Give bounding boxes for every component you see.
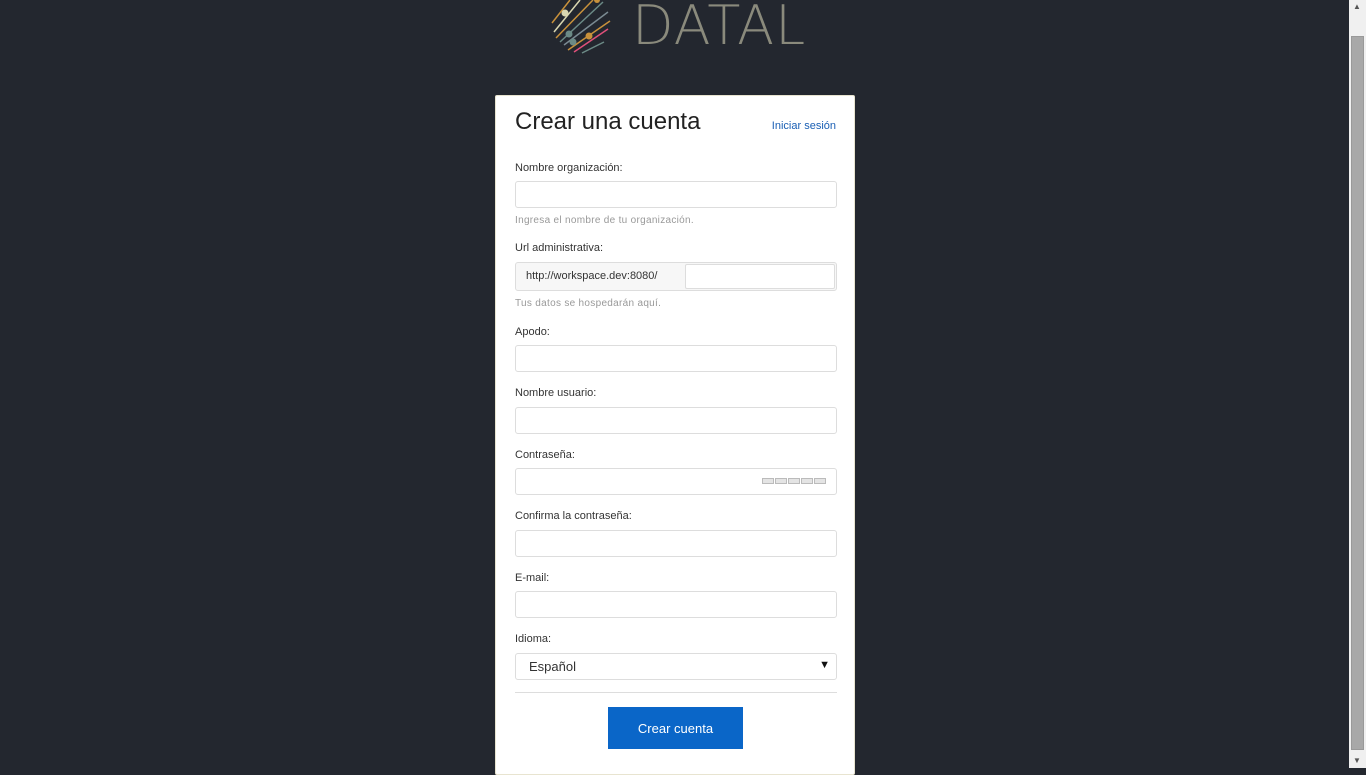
org-label: Nombre organización: [515,162,623,174]
url-help: Tus datos se hospedarán aquí. [515,298,662,309]
email-label: E-mail: [515,572,550,584]
org-input[interactable] [515,181,837,208]
password-input[interactable] [515,468,837,495]
scroll-up-icon[interactable]: ▲ [1353,2,1361,11]
org-help: Ingresa el nombre de tu organización. [515,215,694,226]
signup-card: Crear una cuenta Iniciar sesión Nombre o… [495,95,855,775]
confirm-label: Confirma la contraseña: [515,510,632,522]
nick-label: Apodo: [515,326,550,338]
password-label: Contraseña: [515,449,575,461]
nick-input[interactable] [515,345,837,372]
chevron-down-icon: ▼ [819,659,830,671]
username-input[interactable] [515,407,837,434]
divider [515,692,837,693]
confirm-password-input[interactable] [515,530,837,557]
logo-mark-icon [551,0,611,54]
password-manager-icon[interactable] [762,478,826,484]
create-account-button[interactable]: Crear cuenta [608,707,743,749]
url-prefix: http://workspace.dev:8080/ [526,270,658,282]
username-label: Nombre usuario: [515,387,597,399]
email-input[interactable] [515,591,837,618]
scrollbar[interactable]: ▲ ▼ [1349,0,1366,768]
scroll-down-icon[interactable]: ▼ [1353,756,1361,765]
url-input-group: http://workspace.dev:8080/ [515,262,837,291]
scrollbar-thumb[interactable] [1351,36,1364,750]
url-label: Url administrativa: [515,242,604,254]
signin-link[interactable]: Iniciar sesión [772,120,836,132]
url-input[interactable] [685,264,835,289]
language-select[interactable]: Español ▼ [515,653,837,680]
logo-text: DATAL [632,0,807,57]
language-selected: Español [529,659,576,674]
language-label: Idioma: [515,633,552,645]
page-title: Crear una cuenta [515,108,701,135]
